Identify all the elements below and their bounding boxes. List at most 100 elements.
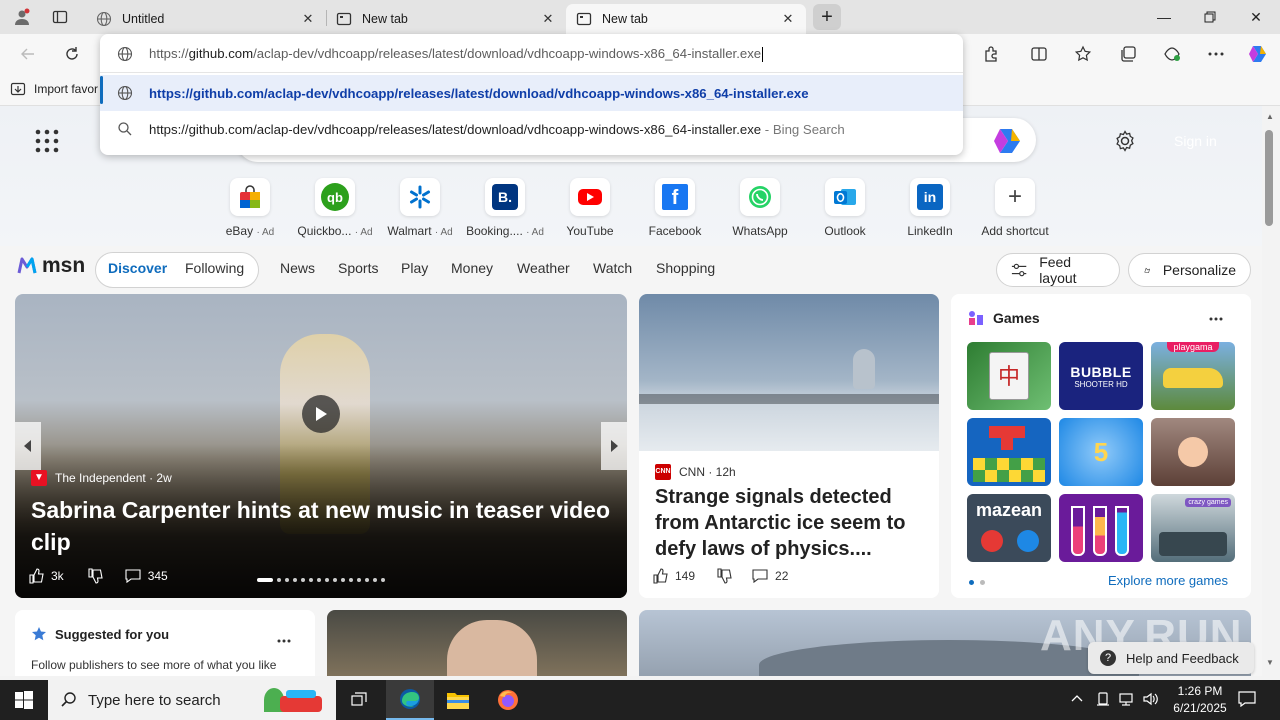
nav-sports[interactable]: Sports — [338, 260, 378, 276]
shortcut-ebay[interactable]: eBay · Ad — [208, 178, 292, 238]
carousel-dots[interactable] — [257, 578, 385, 582]
outlook-icon — [825, 178, 865, 216]
shortcut-quickbooks[interactable]: qb Quickbo... · Ad — [293, 178, 377, 238]
nav-watch[interactable]: Watch — [593, 260, 632, 276]
volume-icon[interactable] — [1142, 691, 1160, 712]
app-launcher-icon[interactable] — [34, 128, 62, 156]
comment-icon[interactable] — [124, 568, 142, 584]
new-tab-button[interactable]: + — [813, 4, 841, 30]
profile-icon[interactable] — [8, 5, 36, 29]
cnn-story-card[interactable]: CNN CNN · 12h Strange signals detected f… — [639, 294, 939, 598]
import-favorites-label: Import favor — [34, 82, 99, 96]
show-hidden-icons-chevron-icon[interactable] — [1070, 692, 1084, 711]
thumbs-up-icon[interactable] — [653, 568, 669, 584]
shortcut-whatsapp[interactable]: WhatsApp — [718, 178, 802, 238]
story-title[interactable]: Sabrina Carpenter hints at new music in … — [31, 494, 611, 558]
nav-weather[interactable]: Weather — [517, 260, 570, 276]
sign-in-button[interactable]: Sign in — [1174, 133, 1217, 149]
settings-gear-icon[interactable] — [1114, 130, 1138, 154]
restore-button[interactable] — [1187, 0, 1233, 34]
thumbs-up-icon[interactable] — [29, 568, 45, 584]
play-icon[interactable] — [302, 395, 340, 433]
nav-play[interactable]: Play — [401, 260, 428, 276]
msn-nav-row: msn Discover Following News Sports Play … — [0, 246, 1262, 296]
network-icon[interactable] — [1118, 691, 1134, 712]
feed-layout-button[interactable]: Feed layout — [996, 253, 1120, 287]
firefox-icon[interactable] — [484, 680, 532, 720]
start-button[interactable] — [0, 680, 48, 720]
more-menu-icon[interactable] — [1200, 38, 1232, 70]
refresh-icon[interactable] — [56, 38, 88, 70]
extensions-icon[interactable] — [975, 38, 1007, 70]
nav-news[interactable]: News — [280, 260, 315, 276]
nav-money[interactable]: Money — [451, 260, 493, 276]
game-tile-mazean[interactable]: mazean — [967, 494, 1051, 562]
hero-story-card[interactable]: ▼ The Independent · 2w Sabrina Carpenter… — [15, 294, 627, 598]
favorites-icon[interactable] — [1067, 38, 1099, 70]
personalize-button[interactable]: Personalize — [1128, 253, 1251, 287]
thumbs-down-icon[interactable] — [88, 568, 104, 584]
more-options-icon[interactable] — [277, 630, 291, 648]
address-bar[interactable]: https://github.com/aclap-dev/vdhcoapp/re… — [100, 36, 963, 72]
carousel-prev-button[interactable] — [15, 422, 41, 470]
minimize-button[interactable]: — — [1141, 0, 1187, 34]
comment-icon[interactable] — [751, 568, 769, 584]
suggestion-url[interactable]: https://github.com/aclap-dev/vdhcoapp/re… — [100, 75, 963, 111]
help-feedback-button[interactable]: ? Help and Feedback — [1088, 642, 1254, 674]
story-title[interactable]: Strange signals detected from Antarctic … — [655, 484, 925, 562]
tab-discover[interactable]: Discover — [108, 260, 167, 276]
shortcut-facebook[interactable]: f Facebook — [633, 178, 717, 238]
copilot-icon[interactable] — [1242, 38, 1274, 70]
scroll-down-icon[interactable]: ▼ — [1266, 658, 1274, 667]
shortcut-youtube[interactable]: YouTube — [548, 178, 632, 238]
close-window-button[interactable]: ✕ — [1233, 0, 1279, 34]
shortcut-walmart[interactable]: Walmart · Ad — [378, 178, 462, 238]
explore-more-games-link[interactable]: Explore more games — [1108, 573, 1228, 588]
game-tile-sort[interactable] — [1059, 494, 1143, 562]
copilot-icon[interactable] — [992, 126, 1024, 156]
game-tile-mahjong[interactable]: 中 — [967, 342, 1051, 410]
tab-new-tab-2[interactable]: New tab ✕ — [566, 4, 806, 34]
split-screen-icon[interactable] — [1023, 38, 1055, 70]
story-card-image[interactable] — [327, 610, 627, 676]
performance-icon[interactable] — [1156, 38, 1188, 70]
shortcut-linkedin[interactable]: in LinkedIn — [888, 178, 972, 238]
collections-icon[interactable] — [1112, 38, 1144, 70]
carousel-next-button[interactable] — [601, 422, 627, 470]
scrollbar-thumb[interactable] — [1265, 130, 1273, 226]
shortcut-outlook[interactable]: Outlook — [803, 178, 887, 238]
game-tile-bubble-shooter[interactable]: BUBBLE SHOOTER HD — [1059, 342, 1143, 410]
tab-actions-icon[interactable] — [46, 5, 74, 29]
notifications-icon[interactable] — [1238, 691, 1256, 712]
tab-new-tab-1[interactable]: New tab ✕ — [326, 4, 566, 34]
nav-shopping[interactable]: Shopping — [656, 260, 715, 276]
taskbar-search-box[interactable]: Type here to search — [48, 680, 336, 720]
edge-taskbar-icon[interactable] — [386, 680, 434, 720]
back-arrow-icon[interactable] — [12, 38, 44, 70]
system-clock[interactable]: 1:26 PM 6/21/2025 — [1168, 683, 1232, 717]
games-pager-dots[interactable] — [969, 580, 985, 585]
close-icon[interactable]: ✕ — [540, 11, 556, 27]
shortcut-booking[interactable]: B. Booking.... · Ad — [463, 178, 547, 238]
thumbs-down-icon[interactable] — [717, 568, 733, 584]
shortcut-add[interactable]: + Add shortcut — [973, 178, 1057, 238]
close-icon[interactable]: ✕ — [300, 11, 316, 27]
tab-following[interactable]: Following — [185, 260, 244, 276]
msn-logo[interactable]: msn — [16, 254, 85, 278]
game-tile-5[interactable]: 5 — [1059, 418, 1143, 486]
suggestion-search[interactable]: https://github.com/aclap-dev/vdhcoapp/re… — [100, 111, 963, 147]
scroll-up-icon[interactable]: ▲ — [1266, 112, 1274, 121]
address-input[interactable]: https://github.com/aclap-dev/vdhcoapp/re… — [149, 46, 764, 62]
walmart-spark-icon — [400, 178, 440, 216]
game-tile-racing[interactable]: playgama — [1151, 342, 1235, 410]
more-options-icon[interactable] — [1209, 308, 1223, 326]
import-favorites-link[interactable]: Import favor — [10, 81, 98, 97]
file-explorer-icon[interactable] — [434, 680, 482, 720]
game-tile-story[interactable] — [1151, 418, 1235, 486]
task-view-icon[interactable] — [336, 680, 384, 720]
game-tile-blocks[interactable] — [967, 418, 1051, 486]
game-tile-crazy-games[interactable]: crazy games — [1151, 494, 1235, 562]
tab-untitled[interactable]: Untitled ✕ — [86, 4, 326, 34]
close-icon[interactable]: ✕ — [780, 11, 796, 27]
device-icon[interactable] — [1095, 691, 1111, 712]
